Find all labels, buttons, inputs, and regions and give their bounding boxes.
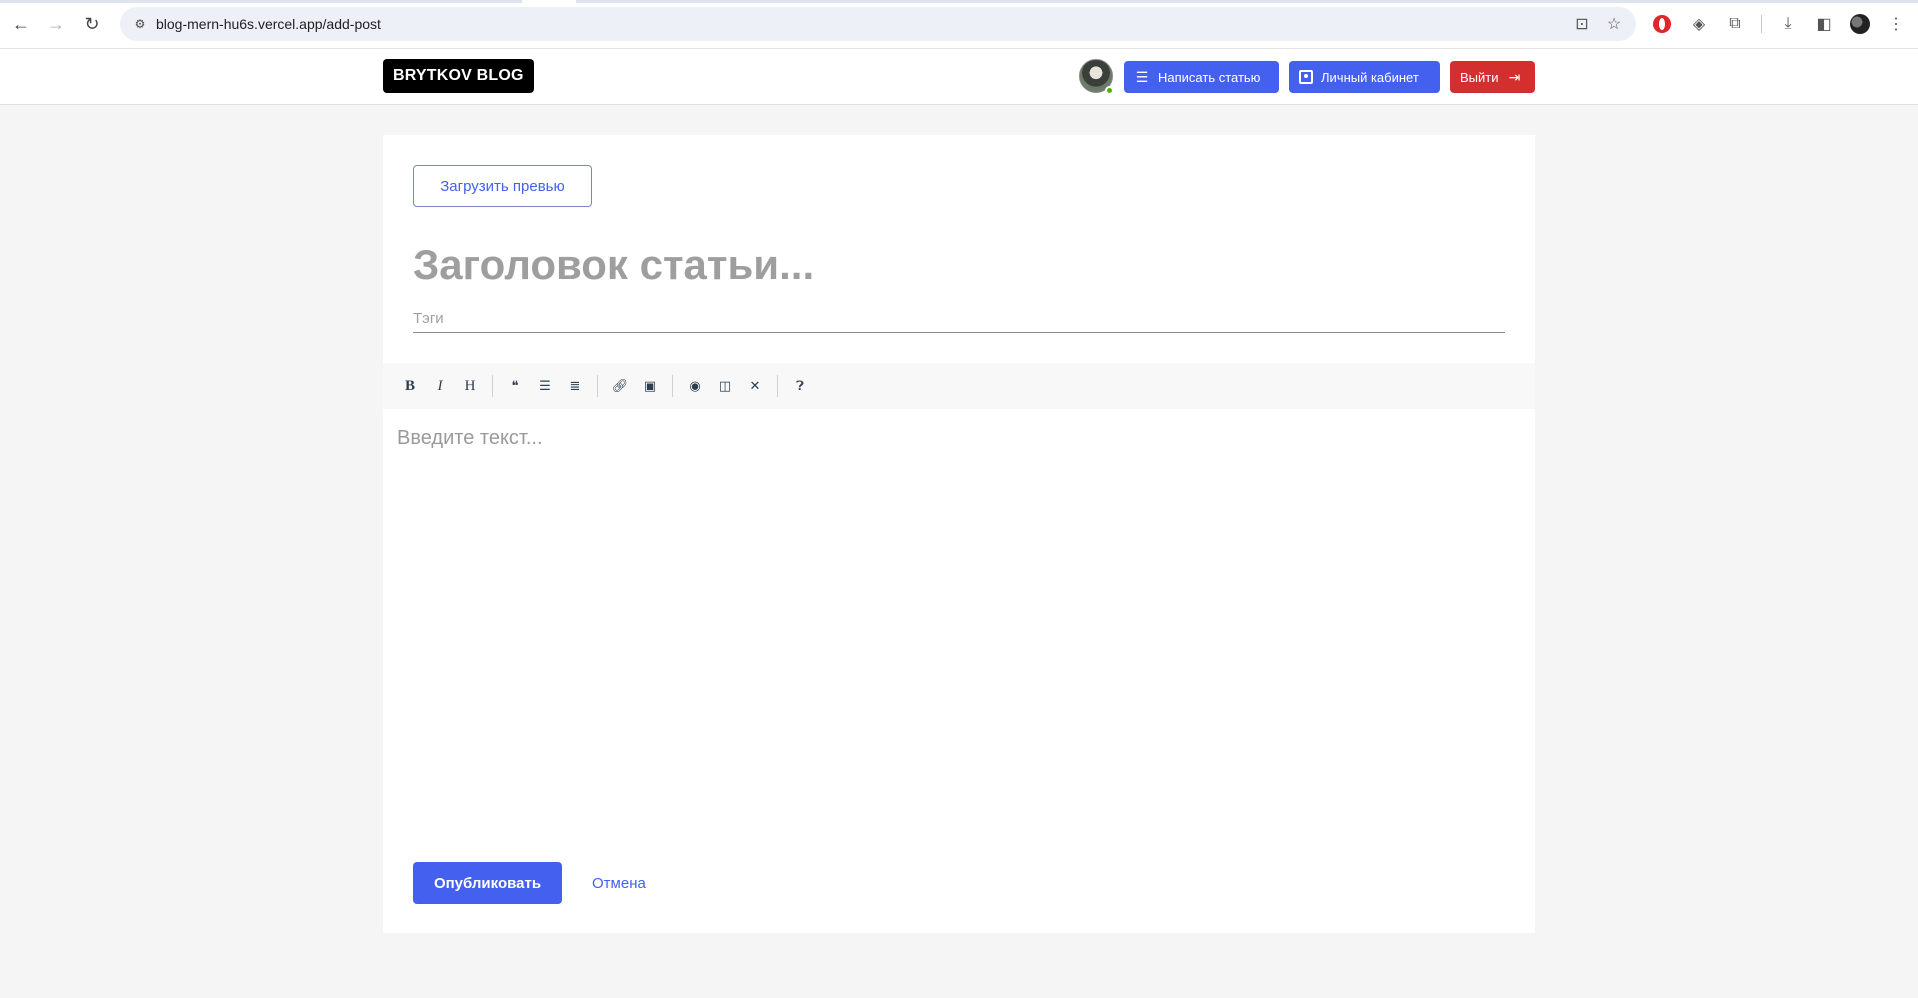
- markdown-editor-toolbar: B I H ❝ ☰ ≣ 🔗︎ ▣ ◉ ◫ ✕ ❓︎: [383, 363, 1535, 409]
- preview-eye-icon[interactable]: ◉: [680, 371, 710, 401]
- address-bar[interactable]: ⚙ blog-mern-hu6s.vercel.app/add-post ⊡ ☆: [120, 7, 1636, 41]
- italic-icon[interactable]: I: [425, 371, 455, 401]
- bullet-list-icon[interactable]: ☰: [530, 371, 560, 401]
- site-header: BRYTKOV BLOG ☰ Написать статью Личный ка…: [0, 49, 1918, 105]
- toolbar-separator: [672, 375, 673, 397]
- cancel-button[interactable]: Отмена: [578, 862, 660, 904]
- logout-icon: ⇥: [1508, 68, 1521, 85]
- blog-logo[interactable]: BRYTKOV BLOG: [383, 59, 534, 93]
- toolbar-separator: [492, 375, 493, 397]
- back-arrow-icon[interactable]: ←: [9, 12, 33, 36]
- logout-button[interactable]: Выйти ⇥: [1450, 61, 1535, 93]
- bookmark-star-icon[interactable]: ☆: [1604, 14, 1624, 34]
- forward-arrow-icon[interactable]: →: [44, 12, 68, 36]
- write-article-button[interactable]: ☰ Написать статью: [1124, 61, 1279, 93]
- kebab-menu-icon[interactable]: ⋮: [1885, 13, 1907, 35]
- publish-button[interactable]: Опубликовать: [413, 862, 562, 904]
- toolbar-divider: [1761, 15, 1762, 33]
- download-icon[interactable]: ⤓: [1777, 13, 1799, 35]
- toolbar-separator: [777, 375, 778, 397]
- bold-icon[interactable]: B: [395, 371, 425, 401]
- post-body-editor[interactable]: [397, 427, 1521, 827]
- heading-icon[interactable]: H: [455, 371, 485, 401]
- profile-icon[interactable]: [1849, 13, 1871, 35]
- url-text[interactable]: blog-mern-hu6s.vercel.app/add-post: [156, 16, 381, 32]
- tag-extension-icon[interactable]: ◈: [1688, 13, 1710, 35]
- quote-icon[interactable]: ❝: [500, 371, 530, 401]
- write-article-label: Написать статью: [1158, 69, 1261, 85]
- side-panel-icon[interactable]: ◧: [1813, 13, 1835, 35]
- reload-icon[interactable]: ↻: [80, 12, 104, 36]
- personal-cabinet-button[interactable]: Личный кабинет: [1289, 61, 1440, 93]
- tags-input[interactable]: [413, 305, 1505, 333]
- puzzle-extensions-icon[interactable]: ⧉: [1724, 13, 1746, 35]
- install-app-icon[interactable]: ⊡: [1572, 14, 1592, 34]
- tab-strip-accent: [0, 0, 1918, 3]
- fullscreen-icon[interactable]: ✕: [740, 371, 770, 401]
- upload-preview-button[interactable]: Загрузить превью: [413, 165, 592, 207]
- opera-extension-icon[interactable]: [1651, 13, 1673, 35]
- post-title-input[interactable]: [413, 235, 1505, 295]
- toolbar-separator: [597, 375, 598, 397]
- image-icon[interactable]: ▣: [635, 371, 665, 401]
- link-icon[interactable]: 🔗︎: [605, 371, 635, 401]
- numbered-list-icon[interactable]: ≣: [560, 371, 590, 401]
- logout-label: Выйти: [1460, 69, 1499, 85]
- lines-icon: ☰: [1135, 68, 1149, 85]
- browser-toolbar: ← → ↻ ⚙ blog-mern-hu6s.vercel.app/add-po…: [0, 0, 1918, 49]
- side-by-side-icon[interactable]: ◫: [710, 371, 740, 401]
- site-info-icon[interactable]: ⚙: [132, 16, 148, 32]
- help-icon[interactable]: ❓︎: [785, 371, 815, 401]
- add-post-card: Загрузить превью B I H ❝ ☰ ≣ 🔗︎ ▣ ◉ ◫ ✕ …: [383, 135, 1535, 933]
- account-box-icon: [1299, 70, 1313, 84]
- online-status-dot: [1105, 86, 1114, 95]
- personal-cabinet-label: Личный кабинет: [1321, 69, 1419, 85]
